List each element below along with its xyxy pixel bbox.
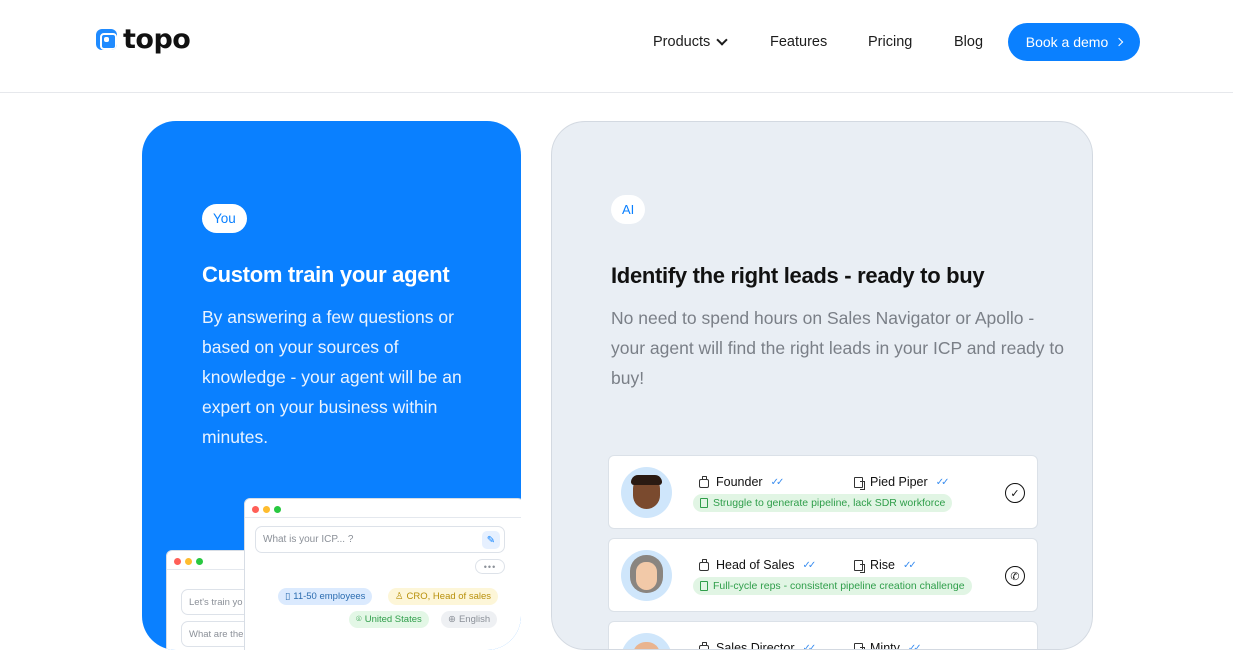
nav-features[interactable]: Features: [770, 34, 827, 50]
lead-company-label: Rise: [870, 558, 896, 572]
avatar: [621, 633, 672, 649]
double-check-icon: ✓✓: [802, 642, 817, 650]
logo-text: topo: [123, 24, 191, 55]
tag-language-label: English: [458, 614, 491, 625]
lead-company: Rise ✓✓: [854, 558, 917, 573]
briefcase-icon: [699, 641, 709, 649]
you-card-description: By answering a few questions or based on…: [202, 307, 462, 447]
book-demo-button[interactable]: Book a demo: [1008, 23, 1140, 61]
card-ai: AI Identify the right leads - ready to b…: [551, 121, 1093, 650]
magic-wand-icon: ✎: [482, 531, 500, 549]
logo-icon: [96, 29, 117, 50]
lead-row: Head of Sales ✓✓ Rise ✓✓ Full-cycle reps…: [608, 538, 1038, 612]
maximize-dot-icon: [274, 506, 281, 513]
phone-call-icon[interactable]: ✆: [1005, 566, 1025, 586]
ai-card-title: Identify the right leads - ready to buy: [611, 263, 985, 288]
avatar: [621, 467, 672, 518]
nav-pricing[interactable]: Pricing: [868, 34, 912, 50]
lead-pain-point: Struggle to generate pipeline, lack SDR …: [693, 494, 953, 512]
lead-role: Head of Sales ✓✓: [699, 558, 817, 572]
close-dot-icon: [252, 506, 259, 513]
lead-company: Minty ✓✓: [854, 641, 922, 650]
mock-window-front: What is your ICP... ? ✎ ••• ▯ 11-50 empl…: [244, 498, 521, 650]
lead-role-label: Sales Director: [716, 641, 795, 650]
minimize-dot-icon: [185, 558, 192, 565]
avatar-face: [636, 562, 657, 590]
more-options-icon: •••: [475, 559, 505, 574]
lead-row: Sales Director ✓✓ Minty ✓✓: [608, 621, 1038, 650]
chevron-right-icon: [1115, 37, 1124, 47]
maximize-dot-icon: [196, 558, 203, 565]
document-icon: [700, 498, 708, 508]
card-you: You Custom train your agent By answering…: [142, 121, 521, 650]
book-demo-label: Book a demo: [1025, 34, 1109, 50]
lead-role-label: Founder: [716, 475, 763, 489]
nav-products-label: Products: [653, 34, 711, 50]
icp-input-placeholder: What is your ICP... ?: [263, 534, 354, 545]
tag-employees-label: 11-50 employees: [293, 591, 366, 602]
check-circle-icon[interactable]: ✓: [1005, 483, 1025, 503]
double-check-icon: ✓✓: [802, 559, 817, 571]
lead-role-label: Head of Sales: [716, 558, 795, 572]
building-icon: [854, 559, 865, 573]
nav-blog[interactable]: Blog: [954, 34, 983, 50]
lead-pain-point: Full-cycle reps - consistent pipeline cr…: [693, 577, 972, 595]
avatar-face: [633, 642, 660, 649]
lead-role: Founder ✓✓: [699, 475, 785, 489]
window-divider: [245, 517, 521, 518]
logo[interactable]: topo: [96, 24, 191, 55]
you-card-title: Custom train your agent: [202, 262, 450, 287]
tag-language: ⊕ English: [441, 611, 498, 628]
building-icon: [854, 476, 865, 490]
lead-row: Founder ✓✓ Pied Piper ✓✓ Struggle to gen…: [608, 455, 1038, 529]
double-check-icon: ✓✓: [907, 642, 922, 650]
tag-roles-label: CRO, Head of sales: [406, 591, 492, 602]
ai-badge: AI: [611, 195, 646, 224]
avatar-hair: [631, 475, 662, 485]
tag-employees: ▯ 11-50 employees: [278, 588, 373, 605]
building-icon: [854, 642, 865, 649]
lead-pain-label: Full-cycle reps - consistent pipeline cr…: [713, 580, 965, 592]
nav-products[interactable]: Products: [653, 34, 728, 50]
tag-roles: ♙ CRO, Head of sales: [388, 588, 499, 605]
icp-input: What is your ICP... ? ✎: [255, 526, 505, 553]
building-icon: ▯: [285, 591, 291, 602]
globe-icon: ⊕: [448, 614, 456, 625]
lead-company: Pied Piper ✓✓: [854, 475, 950, 490]
lead-company-label: Minty: [870, 641, 900, 650]
lead-role: Sales Director ✓✓: [699, 641, 817, 650]
window-controls: [245, 499, 521, 513]
people-icon: ♙: [395, 591, 404, 602]
minimize-dot-icon: [263, 506, 270, 513]
double-check-icon: ✓✓: [935, 476, 950, 488]
double-check-icon: ✓✓: [770, 476, 785, 488]
tag-location: ⌾ United States: [349, 611, 429, 628]
you-badge: You: [202, 204, 247, 233]
tag-location-label: United States: [364, 614, 422, 625]
chevron-down-icon: [716, 34, 728, 46]
briefcase-icon: [699, 475, 709, 488]
document-icon: [700, 581, 708, 591]
location-pin-icon: ⌾: [356, 614, 362, 625]
close-dot-icon: [174, 558, 181, 565]
lead-pain-label: Struggle to generate pipeline, lack SDR …: [713, 497, 946, 509]
double-check-icon: ✓✓: [903, 559, 917, 571]
lead-company-label: Pied Piper: [870, 475, 928, 489]
briefcase-icon: [699, 558, 709, 571]
ai-card-description: No need to spend hours on Sales Navigato…: [611, 308, 1064, 388]
avatar: [621, 550, 672, 601]
site-header: topo Products Features Pricing Blog Book…: [0, 0, 1233, 93]
